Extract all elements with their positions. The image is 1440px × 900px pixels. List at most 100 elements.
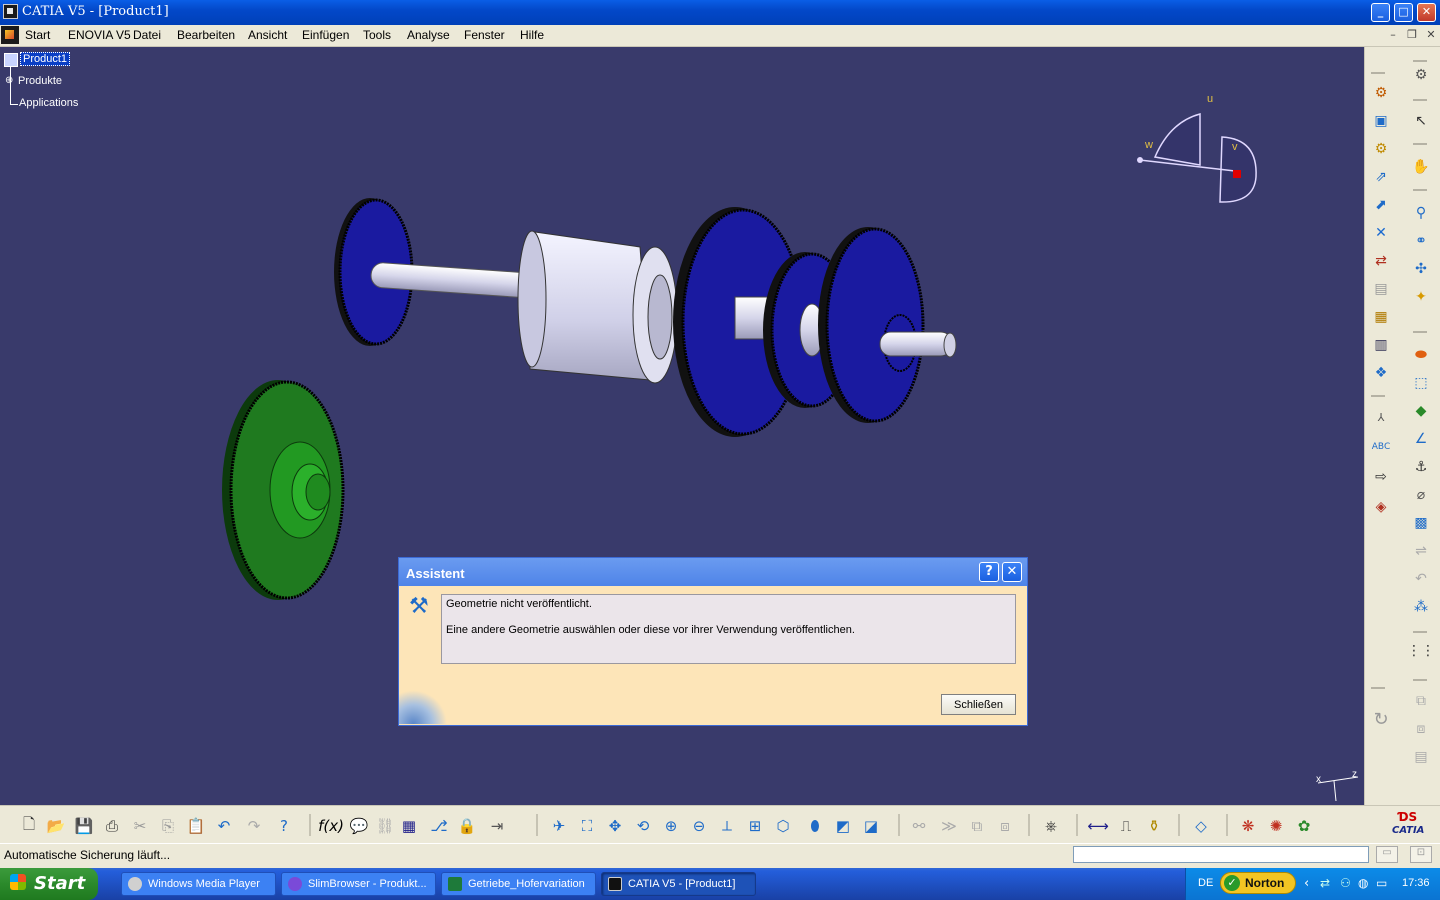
command-input[interactable]	[1073, 846, 1369, 863]
dialog-close-button[interactable]: Schließen	[941, 694, 1016, 715]
material-icon[interactable]: ✺	[1265, 815, 1287, 837]
menu-start[interactable]: Start	[25, 28, 50, 42]
contact-constraint-icon[interactable]: ⬚	[1411, 373, 1431, 393]
monitor-icon[interactable]: ▭	[1376, 876, 1387, 890]
fit-all-icon[interactable]: ⛶	[576, 815, 598, 837]
undo-icon[interactable]: ↶	[213, 815, 235, 837]
reorder-icon[interactable]: ▦	[1371, 307, 1391, 327]
zoom-in-icon[interactable]: ⊕	[660, 815, 682, 837]
knowledge-icon[interactable]: ⎇	[428, 815, 450, 837]
mdi-restore-button[interactable]: ❐	[1405, 28, 1419, 42]
iso-view-icon[interactable]: ⬡	[772, 815, 794, 837]
menu-bearbeiten[interactable]: Bearbeiten	[177, 28, 235, 42]
generative-sheetmetal-icon[interactable]: ⚙	[1371, 83, 1391, 103]
insert-part-icon[interactable]: ⇗	[1371, 167, 1391, 187]
catia-app-icon[interactable]	[3, 4, 18, 19]
close-window-button[interactable]: ✕	[1417, 3, 1436, 22]
mdi-minimize-button[interactable]: –	[1386, 28, 1400, 42]
menu-datei[interactable]: Datei	[133, 28, 161, 42]
catia-menu-icon[interactable]	[1, 26, 19, 44]
select-arrow-icon[interactable]: ↖	[1411, 111, 1431, 131]
whats-this-icon[interactable]: ?	[273, 815, 295, 837]
fly-mode-icon[interactable]: ✈	[548, 815, 570, 837]
globe-icon[interactable]: ◍	[1358, 876, 1368, 890]
copy-icon[interactable]: ⎘	[157, 815, 179, 837]
open-folder-icon[interactable]: 📂	[45, 815, 67, 837]
minimize-button[interactable]: _	[1371, 3, 1390, 22]
catalog-icon[interactable]: ⎈	[1040, 815, 1062, 837]
paste-icon[interactable]: 📋	[185, 815, 207, 837]
publication-icon[interactable]: ⇥	[486, 815, 508, 837]
hide-show-icon[interactable]: ◩	[832, 815, 854, 837]
start-button[interactable]: Start	[0, 868, 98, 900]
renumber-icon[interactable]: ▤	[1371, 279, 1391, 299]
sectioning-icon[interactable]: ◇	[1190, 815, 1212, 837]
angle-constraint-icon[interactable]: ∠	[1411, 429, 1431, 449]
reuse-pattern-icon[interactable]: ⁂	[1411, 597, 1431, 617]
shading-icon[interactable]: ⬮	[804, 815, 826, 837]
lock-icon[interactable]: 🔒	[456, 815, 478, 837]
component-icon[interactable]: ▣	[1371, 111, 1391, 131]
explode-icon[interactable]: ⚭	[1411, 231, 1431, 251]
offset-constraint-icon[interactable]: ◆	[1411, 401, 1431, 421]
norton-badge[interactable]: ✓ Norton	[1220, 872, 1296, 894]
view-icon[interactable]: ◈	[1371, 497, 1391, 517]
link-icon[interactable]: ⛓	[374, 815, 396, 837]
constraint-update-icon[interactable]: ⚯	[908, 815, 930, 837]
menu-enovia[interactable]: ENOVIA V5	[68, 28, 131, 42]
multi-view-icon[interactable]: ⊞	[744, 815, 766, 837]
maximize-button[interactable]: □	[1394, 3, 1413, 22]
scene-icon[interactable]: ⧉	[966, 815, 988, 837]
language-indicator[interactable]: DE	[1198, 877, 1213, 889]
menu-tools[interactable]: Tools	[363, 28, 391, 42]
graph-tree-icon[interactable]: ⇄	[1371, 251, 1391, 271]
fast-multi-instance-icon[interactable]: ❖	[1371, 363, 1391, 383]
update-icon[interactable]: ↻	[1371, 709, 1391, 730]
table-icon[interactable]: ▦	[398, 815, 420, 837]
dialog-help-button[interactable]: ?	[979, 562, 999, 582]
mdi-close-button[interactable]: ✕	[1424, 28, 1438, 42]
hole-icon[interactable]: ⧈	[1411, 719, 1431, 739]
apply-material-icon[interactable]: ❋	[1237, 815, 1259, 837]
manipulate-icon[interactable]: ✋	[1411, 157, 1431, 177]
redo-icon[interactable]: ↷	[243, 815, 265, 837]
snap-icon[interactable]: ⚲	[1411, 203, 1431, 223]
pattern-icon[interactable]: ⋮⋮	[1407, 641, 1435, 661]
network-icon[interactable]: ⇄	[1320, 876, 1330, 890]
pan-icon[interactable]: ✥	[604, 815, 626, 837]
swap-visible-icon[interactable]: ◪	[860, 815, 882, 837]
cancel-command-icon[interactable]: ⊡	[1410, 846, 1432, 863]
measure-item-icon[interactable]: ⎍	[1115, 815, 1137, 837]
task-windows-media-player[interactable]: Windows Media Player	[121, 872, 276, 896]
deactivate-icon[interactable]: ≫	[938, 815, 960, 837]
fix-together-icon[interactable]: ⌀	[1411, 485, 1431, 505]
measure-between-icon[interactable]: ⟷	[1087, 815, 1109, 837]
normal-view-icon[interactable]: ⟂	[716, 815, 738, 837]
multi-instance-icon[interactable]: ▥	[1371, 335, 1391, 355]
zoom-out-icon[interactable]: ⊖	[688, 815, 710, 837]
print-icon[interactable]: ⎙	[101, 815, 123, 837]
menu-analyse[interactable]: Analyse	[407, 28, 450, 42]
existing-component-icon[interactable]: ⬈	[1371, 195, 1391, 215]
split-icon[interactable]: ⧉	[1411, 691, 1431, 711]
tray-arrow-icon[interactable]: ‹	[1304, 876, 1309, 891]
menu-ansicht[interactable]: Ansicht	[248, 28, 287, 42]
change-constraint-icon[interactable]: ↶	[1411, 569, 1431, 589]
smart-move-icon[interactable]: ✦	[1411, 287, 1431, 307]
new-document-icon[interactable]: 🗋	[18, 815, 40, 837]
measure-inertia-icon[interactable]: ⚱	[1143, 815, 1165, 837]
annotation-icon[interactable]: ⅄	[1371, 407, 1391, 427]
stop-manipulate-icon[interactable]: ✣	[1411, 259, 1431, 279]
task-excel-getriebe[interactable]: Getriebe_Hofervariation	[441, 872, 596, 896]
render-icon[interactable]: ✿	[1293, 815, 1315, 837]
quick-constraint-icon[interactable]: ▩	[1411, 513, 1431, 533]
formula-icon[interactable]: f(x)	[318, 815, 344, 837]
task-catia[interactable]: CATIA V5 - [Product1]	[601, 872, 756, 896]
scene-edit-icon[interactable]: ⧈	[994, 815, 1016, 837]
flexible-subassembly-icon[interactable]: ⇌	[1411, 541, 1431, 561]
gear-settings-icon[interactable]: ⚙	[1411, 65, 1431, 85]
hub-cylinder[interactable]	[517, 230, 678, 384]
coincidence-constraint-icon[interactable]: ⬬	[1411, 345, 1431, 365]
task-slimbrowser[interactable]: SlimBrowser - Produkt...	[281, 872, 436, 896]
menu-fenster[interactable]: Fenster	[464, 28, 505, 42]
